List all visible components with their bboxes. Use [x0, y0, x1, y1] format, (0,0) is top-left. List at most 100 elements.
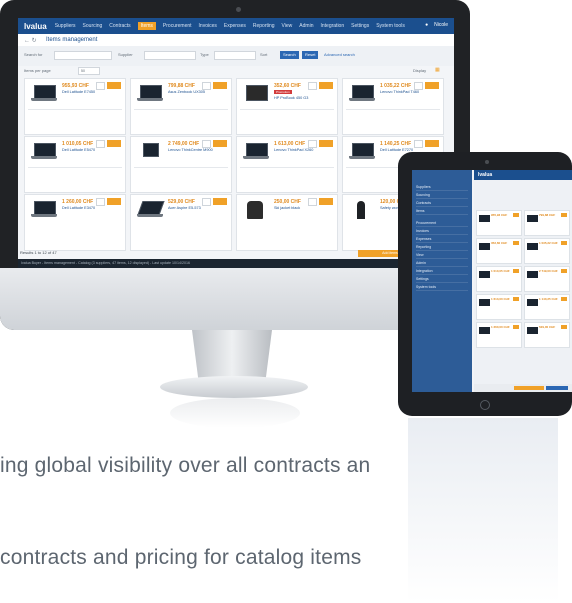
product-card[interactable]: 529,00 CHF Acer Aspire E5-573: [130, 194, 232, 251]
product-name[interactable]: Ski jacket black: [274, 206, 324, 210]
back-arrow-icon[interactable]: ← ↻: [24, 37, 37, 44]
product-card[interactable]: 955,93 CHF Dell Latitude E7450: [24, 78, 126, 135]
nav-items[interactable]: Items: [137, 22, 156, 30]
add-to-cart-button[interactable]: [213, 198, 227, 205]
product-card[interactable]: 1 035,22 CHF Lenovo ThinkPad T460: [342, 78, 444, 135]
tablet-nav-system-tools[interactable]: System tools: [416, 284, 468, 291]
tablet-nav-integration[interactable]: Integration: [416, 268, 468, 275]
add-to-cart-button[interactable]: [513, 213, 519, 217]
product-name[interactable]: Asus Zenbook UX305: [168, 90, 218, 94]
add-to-cart-button[interactable]: [561, 325, 567, 329]
add-to-cart-button[interactable]: [213, 82, 227, 89]
add-to-cart-button[interactable]: [425, 82, 439, 89]
add-to-cart-button[interactable]: [425, 140, 439, 147]
tablet-nav-procurement[interactable]: Procurement: [416, 220, 468, 227]
tablet-nav-reporting[interactable]: Reporting: [416, 244, 468, 251]
tablet-cart-button[interactable]: [514, 386, 544, 390]
add-to-cart-button[interactable]: [107, 140, 121, 147]
nav-reporting[interactable]: Reporting: [253, 23, 275, 29]
quantity-input[interactable]: [202, 198, 211, 206]
grid-view-icon[interactable]: ▦: [435, 67, 440, 73]
tablet-logo[interactable]: Ivalua: [478, 172, 492, 178]
product-card[interactable]: 1 613,00 CHF Lenovo ThinkPad X260: [236, 136, 338, 193]
tablet-nav-contracts[interactable]: Contracts: [416, 200, 468, 207]
tablet-product-card[interactable]: 352,60 CHF: [476, 238, 522, 264]
quantity-input[interactable]: [96, 82, 105, 90]
product-name[interactable]: Lenovo ThinkCentre M900: [168, 148, 218, 152]
quantity-input[interactable]: [308, 198, 317, 206]
quantity-input[interactable]: [96, 198, 105, 206]
quantity-input[interactable]: [96, 140, 105, 148]
product-card[interactable]: 250,00 CHF Ski jacket black: [236, 194, 338, 251]
nav-system-tools[interactable]: System tools: [376, 23, 405, 29]
tablet-nav-invoices[interactable]: Invoices: [416, 228, 468, 235]
quantity-input[interactable]: [308, 140, 317, 148]
tablet-checkout-button[interactable]: [546, 386, 568, 390]
add-to-cart-button[interactable]: [107, 198, 121, 205]
tablet-nav-expenses[interactable]: Expenses: [416, 236, 468, 243]
tablet-nav-items[interactable]: Items: [416, 208, 468, 215]
product-name[interactable]: Dell Latitude E5470: [62, 148, 112, 152]
add-to-cart-button[interactable]: [513, 241, 519, 245]
product-card[interactable]: 799,88 CHF Asus Zenbook UX305: [130, 78, 232, 135]
nav-expenses[interactable]: Expenses: [224, 23, 246, 29]
add-to-cart-button[interactable]: [319, 82, 333, 89]
product-name[interactable]: HP ProBook 450 G3: [274, 96, 324, 100]
tablet-product-card[interactable]: 955,93 CHF: [476, 210, 522, 236]
add-to-cart-button[interactable]: [561, 297, 567, 301]
add-to-cart-button[interactable]: [561, 241, 567, 245]
tablet-product-card[interactable]: 529,00 CHF: [524, 322, 570, 348]
user-menu[interactable]: ● Nicole: [425, 22, 448, 28]
advanced-search-link[interactable]: Advanced search: [324, 52, 355, 57]
tablet-nav-sourcing[interactable]: Sourcing: [416, 192, 468, 199]
tablet-nav-view[interactable]: View: [416, 252, 468, 259]
nav-sourcing[interactable]: Sourcing: [83, 23, 103, 29]
product-card[interactable]: 1 010,05 CHF Dell Latitude E5470: [24, 136, 126, 193]
supplier-select[interactable]: [144, 51, 196, 60]
product-card[interactable]: 352,60 CHF Promotion HP ProBook 450 G3: [236, 78, 338, 135]
add-to-cart-button[interactable]: [319, 198, 333, 205]
product-card[interactable]: 2 749,00 CHF Lenovo ThinkCentre M900: [130, 136, 232, 193]
add-to-cart-button[interactable]: [561, 269, 567, 273]
type-select[interactable]: [214, 51, 256, 60]
tablet-product-card[interactable]: 1 035,22 CHF: [524, 238, 570, 264]
quantity-input[interactable]: [414, 82, 423, 90]
per-page-select[interactable]: 50: [78, 67, 100, 75]
product-name[interactable]: Lenovo ThinkPad T460: [380, 90, 430, 94]
nav-suppliers[interactable]: Suppliers: [55, 23, 76, 29]
quantity-input[interactable]: [308, 82, 317, 90]
nav-view[interactable]: View: [282, 23, 293, 29]
add-to-cart-button[interactable]: [107, 82, 121, 89]
product-name[interactable]: Lenovo ThinkPad X260: [274, 148, 324, 152]
tablet-nav-settings[interactable]: Settings: [416, 276, 468, 283]
nav-settings[interactable]: Settings: [351, 23, 369, 29]
product-name[interactable]: Dell Latitude E7450: [62, 90, 112, 94]
add-to-cart-button[interactable]: [513, 297, 519, 301]
product-card[interactable]: 1 260,00 CHF Dell Latitude E3470: [24, 194, 126, 251]
add-to-cart-button[interactable]: [213, 140, 227, 147]
quantity-input[interactable]: [202, 82, 211, 90]
add-to-cart-button[interactable]: [513, 269, 519, 273]
add-to-cart-button[interactable]: [561, 213, 567, 217]
add-to-cart-button[interactable]: [319, 140, 333, 147]
tablet-product-card[interactable]: 799,88 CHF: [524, 210, 570, 236]
tablet-product-card[interactable]: 1 010,05 CHF: [476, 266, 522, 292]
quantity-input[interactable]: [202, 140, 211, 148]
tablet-product-card[interactable]: 2 749,00 CHF: [524, 266, 570, 292]
search-button[interactable]: Search: [280, 51, 299, 59]
add-to-cart-button[interactable]: [513, 325, 519, 329]
product-name[interactable]: Acer Aspire E5-573: [168, 206, 218, 210]
nav-procurement[interactable]: Procurement: [163, 23, 192, 29]
app-logo[interactable]: Ivalua: [24, 22, 47, 31]
nav-admin[interactable]: Admin: [299, 23, 313, 29]
tablet-product-card[interactable]: 1 140,25 CHF: [524, 294, 570, 320]
nav-invoices[interactable]: Invoices: [199, 23, 217, 29]
tablet-nav-suppliers[interactable]: Suppliers: [416, 184, 468, 191]
nav-contracts[interactable]: Contracts: [109, 23, 130, 29]
quantity-input[interactable]: [414, 140, 423, 148]
product-name[interactable]: Dell Latitude E3470: [62, 206, 112, 210]
tablet-product-card[interactable]: 1 613,00 CHF: [476, 294, 522, 320]
tablet-nav-admin[interactable]: Admin: [416, 260, 468, 267]
nav-integration[interactable]: Integration: [320, 23, 344, 29]
tablet-product-card[interactable]: 1 260,00 CHF: [476, 322, 522, 348]
